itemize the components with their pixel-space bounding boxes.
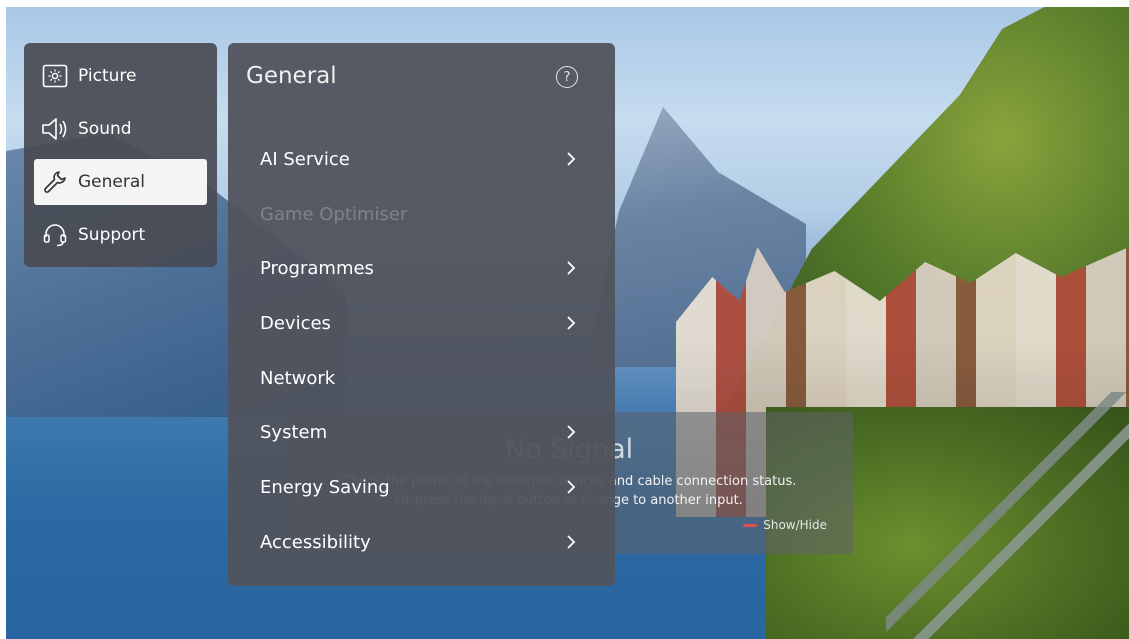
chevron-right-icon — [561, 149, 581, 169]
menu-item-energy-saving[interactable]: Energy Saving — [242, 463, 601, 511]
headset-icon — [40, 220, 70, 250]
category-support[interactable]: Support — [34, 212, 207, 258]
menu-item-system[interactable]: System — [242, 408, 601, 456]
wrench-icon — [40, 167, 70, 197]
settings-category-panel: Picture Sound General Support — [24, 43, 217, 267]
red-button-icon — [743, 523, 758, 527]
railing — [886, 392, 1129, 639]
menu-item-game-optimiser: Game Optimiser — [242, 190, 601, 238]
category-label: Sound — [78, 119, 132, 139]
menu-item-ai-service[interactable]: AI Service — [242, 135, 601, 183]
panel-title: General — [246, 63, 337, 89]
category-label: General — [78, 172, 145, 192]
speaker-icon — [40, 114, 70, 144]
menu-item-label: Network — [260, 367, 336, 389]
show-hide-hint: Show/Hide — [743, 518, 827, 532]
chevron-right-icon — [561, 313, 581, 333]
category-label: Support — [78, 225, 146, 245]
chevron-right-icon — [561, 532, 581, 552]
chevron-right-icon — [561, 258, 581, 278]
menu-item-label: Game Optimiser — [260, 203, 408, 225]
picture-icon — [40, 61, 70, 91]
menu-item-label: AI Service — [260, 148, 350, 170]
menu-item-label: Devices — [260, 312, 331, 334]
chevron-right-icon — [561, 422, 581, 442]
menu-item-label: System — [260, 421, 328, 443]
menu-item-programmes[interactable]: Programmes — [242, 244, 601, 292]
menu-item-label: Accessibility — [260, 531, 371, 553]
menu-item-label: Programmes — [260, 257, 374, 279]
category-general[interactable]: General — [34, 159, 207, 205]
chevron-right-icon — [561, 477, 581, 497]
category-sound[interactable]: Sound — [34, 106, 207, 152]
general-settings-panel: General ? AI Service Game Optimiser Prog… — [228, 43, 615, 586]
show-hide-label: Show/Hide — [763, 518, 827, 532]
menu-item-devices[interactable]: Devices — [242, 299, 601, 347]
help-icon[interactable]: ? — [556, 66, 578, 88]
menu-item-label: Energy Saving — [260, 476, 390, 498]
category-label: Picture — [78, 66, 137, 86]
category-picture[interactable]: Picture — [34, 53, 207, 99]
menu-item-network[interactable]: Network — [242, 354, 601, 402]
menu-item-accessibility[interactable]: Accessibility — [242, 518, 601, 566]
